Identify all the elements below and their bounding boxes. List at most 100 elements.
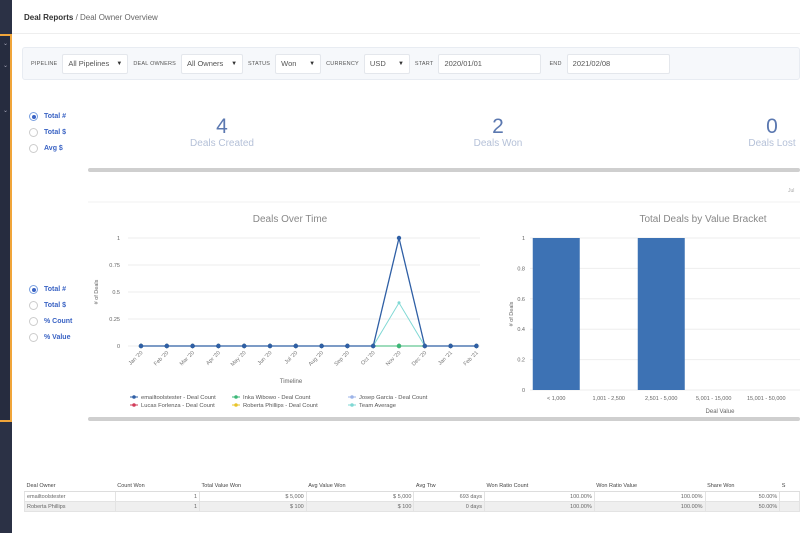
- table-cell: 693 days: [413, 491, 485, 502]
- column-header[interactable]: Won Ratio Value: [594, 481, 706, 492]
- table-cell: 50.00%: [704, 501, 781, 512]
- legend-item: Josep Garcia - Deal Count: [359, 395, 428, 401]
- x-tick-label: Feb '21: [463, 350, 480, 367]
- table-cell: 100.00%: [593, 491, 706, 502]
- divider: [88, 417, 800, 421]
- x-tick-label: Oct '20: [360, 350, 376, 366]
- table-cell: 100.00%: [483, 491, 595, 502]
- y-tick-label: 0.5: [112, 290, 120, 296]
- table-cell: 50.00%: [704, 491, 781, 502]
- legend-marker: [350, 395, 354, 399]
- data-point: [190, 343, 195, 349]
- x-tick-label: 5,001 - 15,000: [696, 396, 731, 402]
- column-header[interactable]: Deal Owner: [24, 481, 116, 492]
- table-cell: 0 days: [413, 501, 485, 512]
- legend-marker: [132, 395, 136, 399]
- line-chart-ylabel: # of Deals: [94, 279, 100, 304]
- x-tick-label: Aug '20: [308, 350, 325, 367]
- data-point: [422, 343, 427, 349]
- column-header[interactable]: Total Value Won: [199, 481, 307, 492]
- table-cell: Roberta Phillips: [24, 501, 116, 512]
- table-cell: 100.00%: [483, 501, 595, 512]
- table-cell: 1: [114, 501, 201, 512]
- x-tick-label: Jun '20: [257, 350, 274, 367]
- legend-marker: [350, 403, 354, 407]
- data-point: [138, 343, 144, 349]
- bar-chart-ylabel: # of Deals: [509, 301, 515, 326]
- y-tick-label: 0.8: [517, 266, 525, 272]
- bar-chart-xlabel: Deal Value: [706, 409, 736, 415]
- column-header[interactable]: Avg Value Won: [306, 481, 414, 492]
- x-tick-label: Sep '20: [334, 350, 351, 367]
- table-cell: emailtoolstester: [24, 491, 116, 502]
- bar: [637, 238, 685, 390]
- legend-item: emailtoolstester - Deal Count: [141, 395, 216, 401]
- table-header-row: Deal Owner Count Won Total Value Won Avg Va…: [24, 481, 800, 492]
- legend-item: Roberta Phillips - Deal Count: [243, 403, 318, 409]
- table-row[interactable]: emailtoolstester 1 $ 5,000 $ 5,000 693 days 1…: [24, 491, 800, 502]
- x-tick-label: 2,501 - 5,000: [645, 396, 677, 402]
- x-tick-label: < 1,000: [547, 396, 566, 402]
- y-tick-label: 0.25: [109, 317, 120, 323]
- x-tick-label: May '20: [230, 350, 248, 368]
- y-tick-label: 1: [522, 236, 525, 242]
- x-tick-label: Nov '20: [385, 350, 402, 367]
- table-cell: $ 5,000: [305, 491, 415, 502]
- y-tick-label: 0: [522, 388, 525, 394]
- data-point: [216, 343, 221, 349]
- y-tick-label: 1: [117, 236, 120, 242]
- table-cell: $ 5,000: [199, 491, 307, 502]
- y-tick-label: 0: [117, 344, 120, 350]
- legend-item: Team Average: [359, 403, 396, 409]
- bar: [532, 238, 580, 390]
- legend-item: Lucas Forlenza - Deal Count: [141, 403, 215, 409]
- table-cell: 1: [114, 491, 201, 502]
- x-tick-label: Jan '21: [437, 350, 454, 367]
- legend-marker: [132, 403, 136, 407]
- data-point: [396, 235, 402, 241]
- column-header[interactable]: Share Won: [705, 481, 780, 492]
- data-point: [448, 343, 453, 349]
- column-header[interactable]: Count Won: [115, 481, 200, 492]
- data-point: [345, 343, 350, 349]
- x-tick-label: Apr '20: [205, 350, 221, 366]
- x-tick-label: 1,001 - 2,500: [593, 396, 625, 402]
- column-header[interactable]: Won Ratio Count: [484, 481, 595, 492]
- x-tick-label: Jul '20: [284, 350, 299, 365]
- table-row[interactable]: Roberta Phillips 1 $ 100 $ 100 0 days 100.00%…: [24, 501, 800, 512]
- data-point: [397, 301, 401, 305]
- x-tick-label: Jan '20: [128, 350, 145, 367]
- line-chart-xlabel: Timeline: [280, 379, 303, 385]
- data-point: [396, 343, 402, 349]
- data-point: [242, 343, 247, 349]
- data-point: [474, 343, 479, 349]
- column-header[interactable]: Avg Ttw: [413, 481, 485, 492]
- legend-marker: [234, 395, 238, 399]
- data-point: [371, 343, 376, 349]
- y-tick-label: 0.6: [517, 297, 525, 303]
- y-tick-label: 0.75: [109, 263, 120, 269]
- x-tick-label: 15,001 - 50,000: [747, 396, 786, 402]
- legend-item: Inka Wibowo - Deal Count: [243, 395, 311, 401]
- data-point: [267, 343, 273, 349]
- x-tick-label: Dec '20: [411, 350, 428, 367]
- charts-area: Deals Over Time Total Deals by Value Bra…: [88, 201, 800, 415]
- y-tick-label: 0.4: [517, 327, 525, 333]
- data-point: [164, 343, 169, 349]
- table-cell: [779, 491, 800, 502]
- data-point: [319, 343, 324, 349]
- deal-owner-table: Deal Owner Count Won Total Value Won Avg Va…: [24, 481, 800, 512]
- data-point: [293, 343, 298, 349]
- x-tick-label: Feb '20: [153, 350, 170, 367]
- table-cell: $ 100: [199, 501, 307, 512]
- series-line: [141, 301, 477, 347]
- x-tick-label: Mar '20: [179, 350, 196, 367]
- table-cell: $ 100: [305, 501, 415, 512]
- table-cell: [779, 501, 800, 512]
- line-chart-title: Deals Over Time: [253, 214, 328, 225]
- legend-marker: [234, 403, 238, 407]
- table-cell: 100.00%: [593, 501, 706, 512]
- y-tick-label: 0.2: [517, 358, 525, 364]
- column-header[interactable]: S: [779, 481, 800, 492]
- bar-chart-title: Total Deals by Value Bracket: [639, 214, 766, 225]
